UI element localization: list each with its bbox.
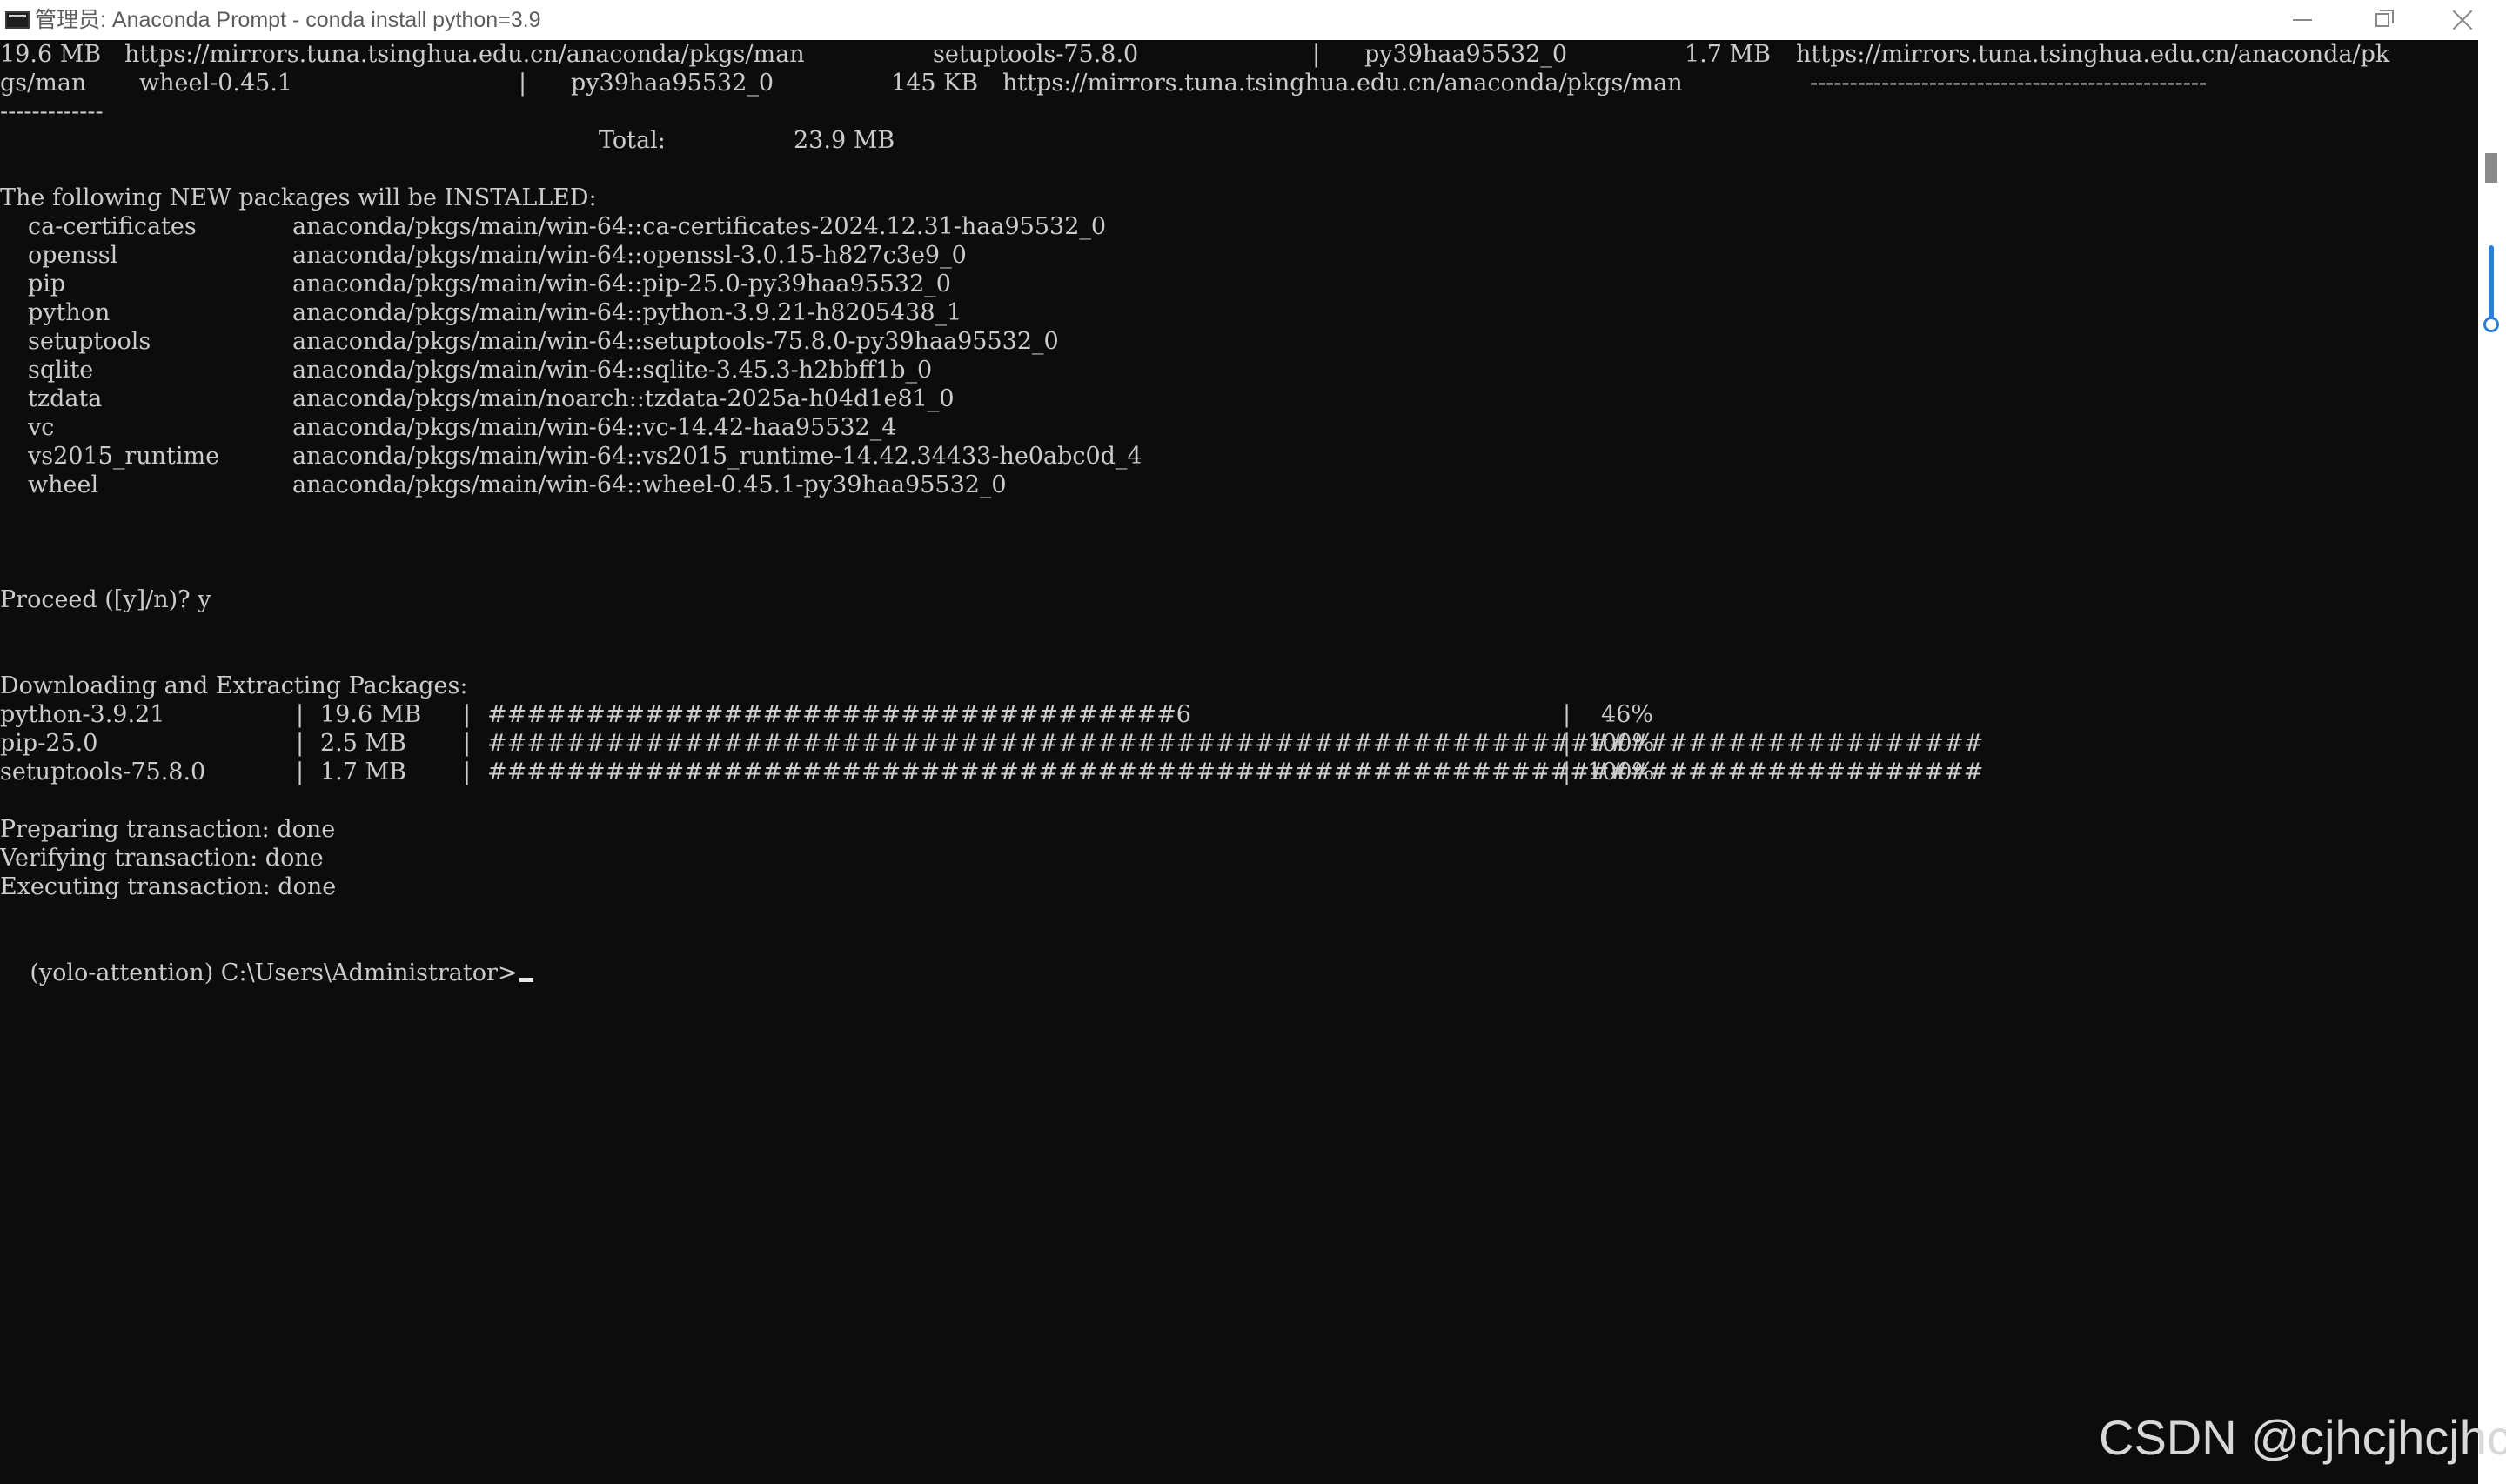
column-separator: | <box>296 759 305 785</box>
package-name: vs2015_runtime <box>28 443 220 470</box>
restore-button[interactable] <box>2342 0 2422 40</box>
column-separator: | <box>463 759 472 785</box>
text-cursor <box>519 978 533 982</box>
package-spec: anaconda/pkgs/main/win-64::vc-14.42-haa9… <box>292 414 897 441</box>
package-spec: anaconda/pkgs/main/noarch::tzdata-2025a-… <box>292 385 955 412</box>
package-name: ca-certificates <box>28 213 197 240</box>
close-button[interactable] <box>2422 0 2503 40</box>
download-table-row: 19.6 MB https://mirrors.tuna.tsinghua.ed… <box>0 41 2390 68</box>
scrollbar-thumb[interactable] <box>2485 153 2497 183</box>
console-app-icon <box>5 11 30 29</box>
package-spec: anaconda/pkgs/main/win-64::setuptools-75… <box>292 328 1059 355</box>
vertical-scrollbar[interactable] <box>2478 40 2506 1484</box>
verifying-status: Verifying transaction: done <box>0 845 324 872</box>
download-size: 2.5 MB <box>320 730 407 757</box>
package-spec: anaconda/pkgs/main/win-64::pip-25.0-py39… <box>292 271 951 297</box>
minimize-button[interactable] <box>2262 0 2342 40</box>
download-size: 19.6 MB <box>320 701 422 728</box>
scroll-handle-icon[interactable] <box>2483 245 2499 332</box>
download-package: pip-25.0 <box>0 730 98 757</box>
package-spec: anaconda/pkgs/main/win-64::vs2015_runtim… <box>292 443 1142 470</box>
proceed-prompt: Proceed ([y]/n)? y <box>0 586 211 613</box>
download-size: 1.7 MB <box>320 759 407 785</box>
package-spec: anaconda/pkgs/main/win-64::python-3.9.21… <box>292 299 962 326</box>
column-separator: | <box>1563 701 1571 728</box>
package-name: pip <box>28 271 66 297</box>
download-package: python-3.9.21 <box>0 701 165 728</box>
package-name: python <box>28 299 111 326</box>
package-spec: anaconda/pkgs/main/win-64::sqlite-3.45.3… <box>292 357 933 384</box>
package-name: sqlite <box>28 357 94 384</box>
close-icon <box>2452 10 2473 30</box>
download-table-row: gs/man wheel-0.45.1 | py39haa95532_0 145… <box>0 70 2208 97</box>
column-separator: | <box>296 730 305 757</box>
download-percent: 100% <box>1587 730 1655 757</box>
package-spec: anaconda/pkgs/main/win-64::openssl-3.0.1… <box>292 242 967 269</box>
download-package: setuptools-75.8.0 <box>0 759 206 785</box>
separator-line: ------------- <box>0 98 104 125</box>
total-value: 23.9 MB <box>794 127 895 154</box>
package-spec: anaconda/pkgs/main/win-64::wheel-0.45.1-… <box>292 471 1007 498</box>
restore-icon <box>2375 10 2394 27</box>
preparing-status: Preparing transaction: done <box>0 816 336 843</box>
progress-bar: ########################################… <box>487 730 1984 757</box>
total-label: Total: <box>599 127 666 154</box>
progress-bar: ###################################6 <box>487 701 1191 728</box>
column-separator: | <box>1563 759 1571 785</box>
package-name: vc <box>28 414 55 441</box>
prompt-text: (yolo-attention) C:\Users\Administrator> <box>30 959 518 986</box>
total-line: Total: 23.9 MB <box>0 126 895 155</box>
download-percent: 46% <box>1601 701 1654 728</box>
package-name: wheel <box>28 471 99 498</box>
progress-bar: ########################################… <box>487 759 1984 785</box>
package-name: openssl <box>28 242 118 269</box>
column-separator: | <box>296 701 305 728</box>
minimize-icon <box>2293 19 2312 21</box>
column-separator: | <box>463 701 472 728</box>
window-title: 管理员: Anaconda Prompt - conda install pyt… <box>35 8 541 32</box>
executing-status: Executing transaction: done <box>0 873 337 900</box>
column-separator: | <box>463 730 472 757</box>
console-output[interactable]: 19.6 MB https://mirrors.tuna.tsinghua.ed… <box>0 40 2478 1484</box>
download-heading: Downloading and Extracting Packages: <box>0 672 468 699</box>
watermark: CSDN @cjhcjhcjhcj <box>2099 1410 2506 1465</box>
package-spec: anaconda/pkgs/main/win-64::ca-certificat… <box>292 213 1107 240</box>
package-name: setuptools <box>28 328 151 355</box>
command-prompt[interactable]: (yolo-attention) C:\Users\Administrator> <box>0 930 533 986</box>
new-packages-heading: The following NEW packages will be INSTA… <box>0 184 597 211</box>
package-name: tzdata <box>28 385 103 412</box>
column-separator: | <box>1563 730 1571 757</box>
title-bar: 管理员: Anaconda Prompt - conda install pyt… <box>0 0 2506 40</box>
download-percent: 100% <box>1587 759 1655 785</box>
